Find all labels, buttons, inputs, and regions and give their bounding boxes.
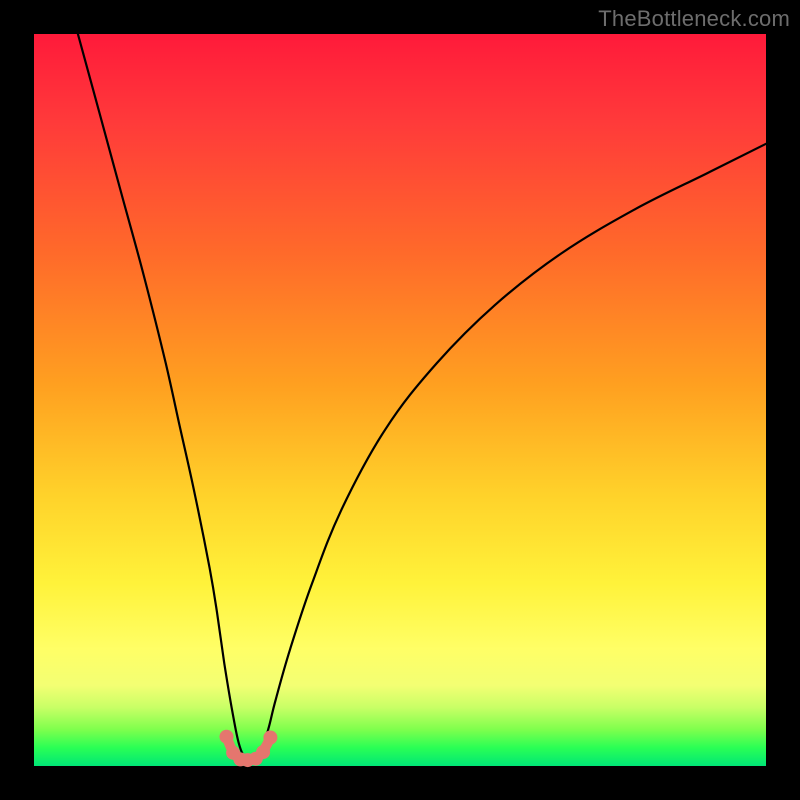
highlight-dots [220, 730, 278, 767]
chart-plot-area [34, 34, 766, 766]
watermark-text: TheBottleneck.com [598, 6, 790, 32]
bottleneck-curve [78, 34, 766, 760]
chart-frame: TheBottleneck.com [0, 0, 800, 800]
chart-svg [34, 34, 766, 766]
highlight-dot [263, 731, 277, 745]
highlight-dot [256, 745, 270, 759]
highlight-dot [220, 730, 234, 744]
